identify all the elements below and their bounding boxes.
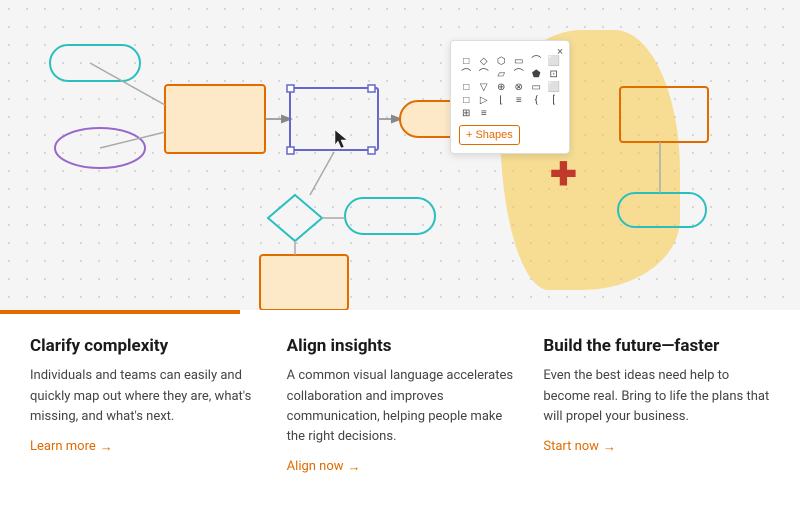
- shape-icon[interactable]: ⬟: [529, 70, 544, 80]
- align-now-link[interactable]: Align now →: [287, 459, 514, 475]
- build-title: Build the future—faster: [543, 336, 770, 356]
- shape-icon[interactable]: □: [459, 57, 474, 67]
- diagram-section: × □ ◇ ⬡ ▭ ⌒ ⬜ ⌒ ⌒ ▱ ⌒ ⬟ ⊡ □ ▽ ⊕ ⊗ ▭ ⬜ □ …: [0, 0, 800, 310]
- clarify-body: Individuals and teams can easily and qui…: [30, 366, 257, 426]
- shape-icon[interactable]: ⌒: [477, 70, 492, 80]
- shape-icon[interactable]: ▱: [494, 70, 509, 80]
- clarify-complexity-column: Clarify complexity Individuals and teams…: [30, 336, 287, 475]
- shape-icon[interactable]: ▷: [477, 96, 492, 106]
- build-future-column: Build the future—faster Even the best id…: [543, 336, 770, 475]
- shape-icon[interactable]: ▽: [477, 83, 492, 93]
- shape-icon[interactable]: □: [459, 96, 474, 106]
- shape-icon[interactable]: ⌒: [529, 57, 544, 67]
- align-body: A common visual language accelerates col…: [287, 366, 514, 447]
- shape-icon[interactable]: ▭: [529, 83, 544, 93]
- clarify-title: Clarify complexity: [30, 336, 257, 356]
- shape-icon[interactable]: ⬡: [494, 57, 509, 67]
- shape-icon[interactable]: ◇: [477, 57, 492, 67]
- shape-icon[interactable]: ⊡: [547, 70, 562, 80]
- start-now-link[interactable]: Start now →: [543, 439, 770, 455]
- shape-icon[interactable]: ▭: [512, 57, 527, 67]
- content-section: Clarify complexity Individuals and teams…: [0, 310, 800, 513]
- shape-picker-popup: × □ ◇ ⬡ ▭ ⌒ ⬜ ⌒ ⌒ ▱ ⌒ ⬟ ⊡ □ ▽ ⊕ ⊗ ▭ ⬜ □ …: [450, 40, 570, 154]
- align-now-arrow: →: [348, 459, 361, 475]
- orange-plus-icon: ✚: [550, 155, 577, 193]
- learn-more-link[interactable]: Learn more →: [30, 439, 257, 455]
- shape-icon[interactable]: ⊕: [494, 83, 509, 93]
- shape-picker-close[interactable]: ×: [557, 45, 563, 58]
- shape-icon[interactable]: ⊗: [512, 83, 527, 93]
- shape-icon[interactable]: ⌊: [494, 96, 509, 106]
- shape-icon[interactable]: ⌒: [459, 70, 474, 80]
- shape-icon[interactable]: [: [547, 96, 562, 106]
- start-now-arrow: →: [603, 439, 616, 455]
- diagram-canvas: [0, 0, 800, 310]
- shapes-button[interactable]: + Shapes: [459, 125, 520, 145]
- shape-icon[interactable]: □: [459, 83, 474, 93]
- shape-icon[interactable]: ≡: [512, 96, 527, 106]
- align-insights-column: Align insights A common visual language …: [287, 336, 544, 475]
- shape-grid: □ ◇ ⬡ ▭ ⌒ ⬜ ⌒ ⌒ ▱ ⌒ ⬟ ⊡ □ ▽ ⊕ ⊗ ▭ ⬜ □ ▷ …: [459, 57, 561, 119]
- plus-icon: +: [466, 129, 472, 141]
- shape-icon[interactable]: ⊞: [459, 109, 474, 119]
- build-body: Even the best ideas need help to become …: [543, 366, 770, 426]
- shape-icon[interactable]: ⌒: [512, 70, 527, 80]
- learn-more-arrow: →: [100, 439, 113, 455]
- content-columns: Clarify complexity Individuals and teams…: [0, 314, 800, 475]
- shape-icon[interactable]: ⬜: [547, 83, 562, 93]
- shape-icon[interactable]: ⬜: [547, 57, 562, 67]
- shape-icon[interactable]: ≡: [477, 109, 492, 119]
- shape-icon[interactable]: {: [529, 96, 544, 106]
- align-title: Align insights: [287, 336, 514, 356]
